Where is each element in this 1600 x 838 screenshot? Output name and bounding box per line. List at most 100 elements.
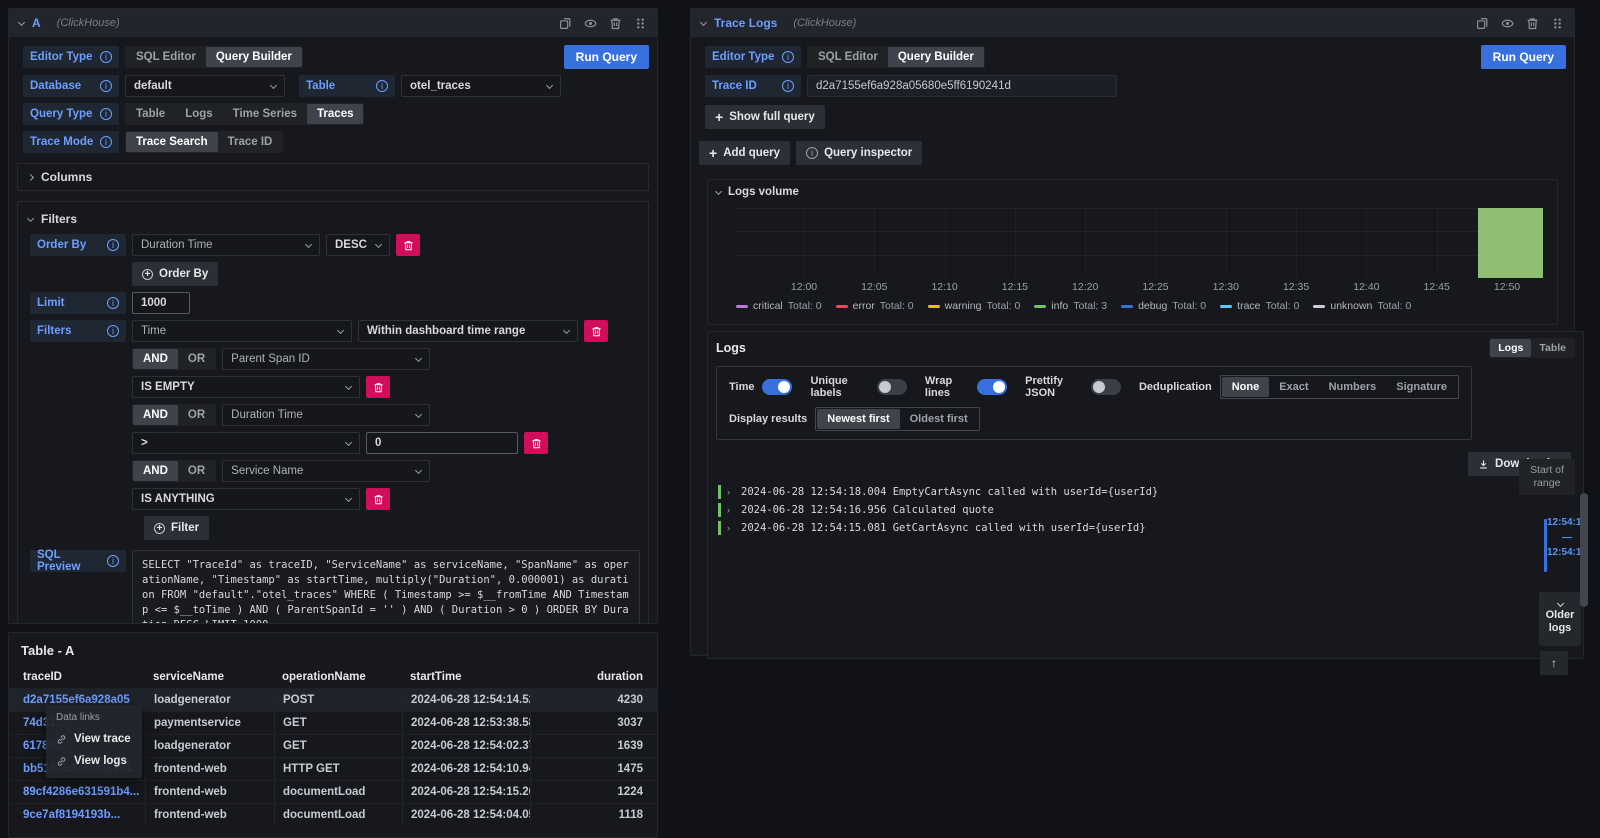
condition-operator-select[interactable]: IS ANYTHING <box>132 488 360 510</box>
hide-response-icon[interactable] <box>584 17 597 30</box>
filters-section-header[interactable]: Filters <box>24 210 640 234</box>
database-select[interactable]: default <box>125 75 285 97</box>
option-numbers[interactable]: Numbers <box>1319 377 1387 397</box>
option-none[interactable]: None <box>1222 377 1270 397</box>
option-trace-search[interactable]: Trace Search <box>126 132 218 152</box>
option-query-builder[interactable]: Query Builder <box>888 47 984 67</box>
panel-a-header[interactable]: A (ClickHouse) <box>9 9 657 37</box>
remove-order-by-button[interactable] <box>396 234 420 256</box>
duplicate-query-icon[interactable] <box>1476 17 1489 30</box>
option-logs[interactable]: Logs <box>1490 339 1531 357</box>
option-signature[interactable]: Signature <box>1386 377 1457 397</box>
trace-id-link[interactable]: 89cf4286e631591b4... <box>15 781 145 803</box>
condition-value-input[interactable] <box>366 432 518 454</box>
time-switch[interactable] <box>762 379 792 395</box>
option-table[interactable]: Table <box>1531 339 1574 357</box>
show-full-query-button[interactable]: +Show full query <box>705 105 825 129</box>
condition-field-select[interactable]: Service Name <box>222 460 430 482</box>
condition-operator-select[interactable]: IS EMPTY <box>132 376 360 398</box>
order-by-direction-select[interactable]: DESC <box>326 234 390 256</box>
wrap-lines-switch[interactable] <box>977 379 1007 395</box>
expand-log-chevron-icon[interactable]: › <box>727 505 735 515</box>
remove-filter-button[interactable] <box>366 488 390 510</box>
option-sql-editor[interactable]: SQL Editor <box>126 47 206 67</box>
legend-swatch <box>928 305 940 308</box>
x-axis-tick: 12:00 <box>791 281 817 293</box>
remove-filter-button[interactable] <box>584 320 608 342</box>
condition-operator-select[interactable]: > <box>132 432 360 454</box>
duplicate-query-icon[interactable] <box>559 17 572 30</box>
add-filter-button[interactable]: Filter <box>144 516 209 540</box>
view-trace-menu-item[interactable]: View trace <box>46 728 142 750</box>
and-or-toggle: ANDOR <box>132 460 216 482</box>
trace-id-link[interactable]: 9ce7af8194193b... <box>15 804 145 826</box>
older-logs-button[interactable]: Older logs <box>1539 592 1581 646</box>
datasource-label: (ClickHouse) <box>57 17 120 29</box>
order-by-field-select[interactable]: Duration Time <box>132 234 320 256</box>
hide-response-icon[interactable] <box>1501 17 1514 30</box>
add-order-by-button[interactable]: Order By <box>132 262 218 286</box>
columns-section-header[interactable]: Columns <box>18 164 648 190</box>
expand-log-chevron-icon[interactable]: › <box>727 523 735 533</box>
column-header-operationname[interactable]: operationName <box>274 666 402 688</box>
drag-handle-icon[interactable] <box>1551 17 1564 30</box>
limit-input[interactable] <box>132 292 190 314</box>
x-axis-tick: 12:25 <box>1142 281 1168 293</box>
add-query-button[interactable]: +Add query <box>699 141 790 165</box>
legend-item-debug[interactable]: debugTotal: 0 <box>1121 300 1206 312</box>
remove-filter-button[interactable] <box>524 432 548 454</box>
prettify-json-switch[interactable] <box>1091 379 1121 395</box>
option-trace-id[interactable]: Trace ID <box>218 132 283 152</box>
or-option[interactable]: OR <box>178 461 215 481</box>
option-oldest-first[interactable]: Oldest first <box>900 409 978 429</box>
query-inspector-button[interactable]: Query inspector <box>796 141 922 165</box>
x-axis-ticks: 12:0012:0512:1012:1512:2012:2512:3012:35… <box>736 281 1543 295</box>
scroll-to-top-button[interactable]: ↑ <box>1540 651 1568 675</box>
trace-id-input[interactable] <box>807 75 1117 97</box>
or-option[interactable]: OR <box>178 405 215 425</box>
or-option[interactable]: OR <box>178 349 215 369</box>
expand-log-chevron-icon[interactable]: › <box>727 487 735 497</box>
column-header-servicename[interactable]: serviceName <box>145 666 274 688</box>
legend-item-unknown[interactable]: unknownTotal: 0 <box>1313 300 1411 312</box>
condition-field-select[interactable]: Duration Time <box>222 404 430 426</box>
option-newest-first[interactable]: Newest first <box>817 409 899 429</box>
column-header-traceid[interactable]: traceID <box>15 666 145 688</box>
logs-volume-header[interactable]: Logs volume <box>708 180 1557 202</box>
delete-query-icon[interactable] <box>609 17 622 30</box>
option-logs[interactable]: Logs <box>175 104 222 124</box>
option-traces[interactable]: Traces <box>307 104 363 124</box>
option-table[interactable]: Table <box>126 104 175 124</box>
run-query-button[interactable]: Run Query <box>1481 45 1566 69</box>
option-query-builder[interactable]: Query Builder <box>206 47 302 67</box>
table-select[interactable]: otel_traces <box>401 75 561 97</box>
trace-logs-header[interactable]: Trace Logs (ClickHouse) <box>691 9 1574 37</box>
trace-mode-group: Trace SearchTrace ID <box>125 131 283 153</box>
column-header-duration[interactable]: duration <box>530 666 651 688</box>
remove-filter-button[interactable] <box>366 376 390 398</box>
column-header-starttime[interactable]: startTime <box>402 666 530 688</box>
run-query-button[interactable]: Run Query <box>564 45 649 69</box>
plus-circle-icon <box>142 269 153 280</box>
view-logs-menu-item[interactable]: View logs <box>46 750 142 772</box>
legend-item-critical[interactable]: criticalTotal: 0 <box>736 300 822 312</box>
drag-handle-icon[interactable] <box>634 17 647 30</box>
info-icon <box>782 80 794 92</box>
and-option[interactable]: AND <box>133 405 178 425</box>
condition-field-select[interactable]: Parent Span ID <box>222 348 430 370</box>
option-exact[interactable]: Exact <box>1269 377 1318 397</box>
legend-item-info[interactable]: infoTotal: 3 <box>1034 300 1107 312</box>
unique-labels-switch[interactable] <box>877 379 907 395</box>
page-scrollbar-thumb[interactable] <box>1580 493 1588 607</box>
legend-item-trace[interactable]: traceTotal: 0 <box>1220 300 1299 312</box>
option-sql-editor[interactable]: SQL Editor <box>808 47 888 67</box>
legend-item-error[interactable]: errorTotal: 0 <box>836 300 914 312</box>
and-option[interactable]: AND <box>133 461 178 481</box>
filter-scope-select[interactable]: Within dashboard time range <box>358 320 578 342</box>
legend-item-warning[interactable]: warningTotal: 0 <box>928 300 1021 312</box>
filter-field-select[interactable]: Time <box>132 320 352 342</box>
option-time-series[interactable]: Time Series <box>223 104 307 124</box>
and-option[interactable]: AND <box>133 349 178 369</box>
log-line-text: 2024-06-28 12:54:15.081 GetCartAsync cal… <box>741 522 1146 534</box>
delete-query-icon[interactable] <box>1526 17 1539 30</box>
